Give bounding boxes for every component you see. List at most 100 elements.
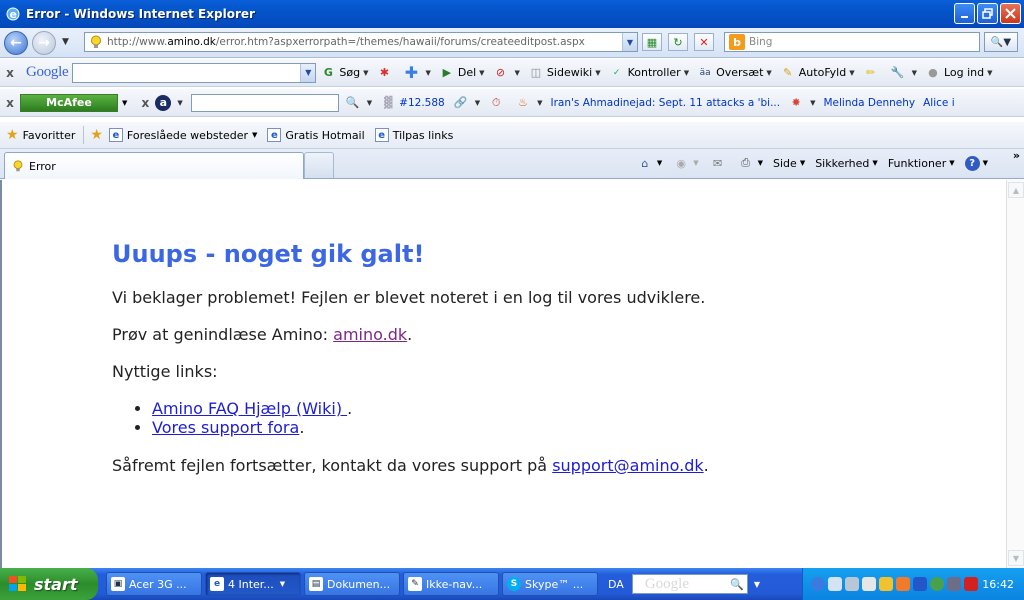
favorites-button[interactable]: ★ Favoritter bbox=[6, 127, 75, 143]
stop-button[interactable]: ✕ bbox=[694, 33, 714, 51]
settings-button[interactable]: 🔧 ▼ bbox=[890, 65, 917, 81]
taskbar-item-acer[interactable]: ▣ Acer 3G ... bbox=[106, 572, 202, 596]
ask-search-input[interactable] bbox=[190, 93, 339, 112]
close-toolbar-icon[interactable]: x bbox=[135, 96, 155, 110]
print-button[interactable]: ⎙ ▼ bbox=[737, 155, 763, 171]
google-search-dropdown-icon[interactable]: ▼ bbox=[300, 63, 316, 82]
close-toolbar-icon[interactable]: x bbox=[0, 66, 20, 80]
share-button[interactable]: ▶ Del ▼ bbox=[439, 65, 485, 81]
translate-icon: äa bbox=[699, 67, 711, 78]
tab-error[interactable]: Error bbox=[4, 152, 304, 179]
suggested-sites-link[interactable]: e Foreslåede websteder ▼ bbox=[108, 128, 257, 142]
scroll-down-icon[interactable]: ▼ bbox=[1008, 550, 1024, 566]
update-icon[interactable] bbox=[896, 577, 910, 591]
google-search-input[interactable]: ▼ bbox=[72, 62, 317, 83]
timer-button[interactable]: ⏱ bbox=[488, 95, 507, 111]
magnifier-icon[interactable]: 🔍 bbox=[730, 578, 744, 591]
highlighter-icon: ✏ bbox=[865, 66, 876, 79]
chain-link-icon: 🔗 bbox=[453, 96, 468, 109]
search-button[interactable]: 🔍▼ bbox=[984, 32, 1018, 52]
close-toolbar-icon[interactable]: x bbox=[0, 96, 20, 110]
ticker-link-2[interactable]: Melinda Dennehy bbox=[823, 97, 915, 109]
safety-menu[interactable]: Sikkerhed ▼ bbox=[815, 157, 878, 170]
url-text[interactable]: http://www.amino.dk/error.htm?aspxerrorp… bbox=[107, 36, 622, 48]
chevron-down-icon[interactable]: ▼ bbox=[754, 580, 760, 589]
spellcheck-button[interactable]: ✓ Kontroller ▼ bbox=[609, 65, 689, 81]
minimize-button[interactable] bbox=[954, 3, 975, 24]
tools-menu[interactable]: Funktioner ▼ bbox=[888, 157, 955, 170]
address-field[interactable]: http://www.amino.dk/error.htm?aspxerrorp… bbox=[84, 32, 638, 52]
mail-button[interactable]: ✉ bbox=[709, 155, 727, 171]
restore-icon bbox=[982, 8, 993, 19]
volume-icon[interactable] bbox=[862, 577, 876, 591]
add-favorite-icon[interactable]: ★ bbox=[90, 127, 103, 143]
language-indicator[interactable]: DA bbox=[608, 578, 624, 591]
help-button[interactable]: ? ▼ bbox=[964, 155, 988, 171]
spellcheck-icon: ✓ bbox=[612, 67, 621, 78]
starburst-icon: ✸ bbox=[791, 96, 801, 109]
mcafee-badge[interactable]: McAfee bbox=[20, 93, 118, 112]
hot-news-button[interactable]: ♨ ▼ bbox=[515, 95, 542, 111]
close-window-button[interactable] bbox=[1000, 3, 1021, 24]
chevron-more-icon[interactable]: » bbox=[1013, 149, 1020, 162]
taskbar-item-internet-explorer[interactable]: e 4 Inter... ▼ bbox=[205, 572, 301, 596]
security-alert-icon[interactable] bbox=[964, 577, 978, 591]
vertical-scrollbar[interactable]: ▲ ▼ bbox=[1006, 180, 1024, 568]
back-arrow-icon[interactable] bbox=[811, 577, 825, 591]
celebrity-button[interactable]: ✸ ▼ bbox=[788, 95, 815, 111]
amino-home-link[interactable]: amino.dk bbox=[333, 325, 407, 344]
url-dropdown-icon[interactable]: ▼ bbox=[622, 33, 637, 51]
forward-button[interactable]: → bbox=[32, 31, 56, 55]
popup-blocker-button[interactable]: ⊘ ▼ bbox=[493, 65, 520, 81]
search-google-button[interactable]: G Søg ▼ bbox=[320, 65, 369, 81]
add-button[interactable]: ✚ ▼ bbox=[403, 63, 431, 82]
help-icon: ? bbox=[964, 155, 980, 171]
ask-search-button[interactable]: 🔍 ▼ bbox=[345, 95, 372, 111]
translate-button[interactable]: äa Oversæt ▼ bbox=[697, 65, 772, 81]
taskbar-item-skype[interactable]: S Skype™ ... bbox=[502, 572, 598, 596]
pagerank-button[interactable]: ✱ bbox=[376, 65, 395, 81]
page-menu[interactable]: Side ▼ bbox=[773, 157, 805, 170]
compatibility-view-button[interactable]: ▦ bbox=[642, 33, 662, 51]
new-tab-button[interactable] bbox=[304, 152, 334, 178]
restore-button[interactable] bbox=[977, 3, 998, 24]
highlight-button[interactable]: ✏ bbox=[863, 65, 882, 81]
network-icon[interactable] bbox=[828, 577, 842, 591]
faq-wiki-link[interactable]: Amino FAQ Hjælp (Wiki) bbox=[152, 399, 347, 418]
taskbar-item-untitled[interactable]: ✎ Ikke-nav... bbox=[403, 572, 499, 596]
rss-icon: ◉ bbox=[676, 156, 687, 170]
bing-search-field[interactable]: b Bing bbox=[724, 32, 980, 52]
page-title: Uuups - noget gik galt! bbox=[112, 240, 425, 268]
feeds-button[interactable]: ◉ ▼ bbox=[672, 155, 698, 171]
antivirus-icon[interactable] bbox=[879, 577, 893, 591]
start-button[interactable]: start bbox=[0, 568, 98, 600]
mcafee-dropdown-icon[interactable]: ▼ bbox=[122, 99, 127, 107]
sign-in-button[interactable]: ● Log ind ▼ bbox=[925, 65, 992, 81]
chrome-icon[interactable] bbox=[930, 577, 944, 591]
share-icon: ▶ bbox=[442, 66, 452, 79]
stats-button[interactable]: ▓ #12.588 bbox=[380, 95, 445, 111]
phone-icon[interactable] bbox=[947, 577, 961, 591]
link-button[interactable]: 🔗 ▼ bbox=[453, 95, 480, 111]
customize-links-link[interactable]: e Tilpas links bbox=[374, 128, 453, 142]
support-email-link[interactable]: support@amino.dk bbox=[552, 456, 703, 475]
scroll-up-icon[interactable]: ▲ bbox=[1008, 182, 1024, 198]
document-icon: ▤ bbox=[309, 577, 323, 591]
taskbar-item-documents[interactable]: ▤ Dokumen... bbox=[304, 572, 400, 596]
monitor-icon[interactable] bbox=[845, 577, 859, 591]
bluetooth-icon[interactable] bbox=[913, 577, 927, 591]
ticker-link-3[interactable]: Alice i bbox=[923, 97, 955, 109]
sidewiki-button[interactable]: ◫ Sidewiki ▼ bbox=[528, 65, 601, 81]
desktop-search-input[interactable]: Google 🔍 bbox=[631, 574, 748, 594]
autofill-icon: ✎ bbox=[783, 66, 793, 79]
back-button[interactable]: ← bbox=[4, 31, 28, 55]
home-button[interactable]: ⌂ ▼ bbox=[636, 155, 662, 171]
refresh-button[interactable]: ↻ bbox=[668, 33, 688, 51]
support-forum-link[interactable]: Vores support fora bbox=[152, 418, 299, 437]
news-ticker-link[interactable]: Iran's Ahmadinejad: Sept. 11 attacks a '… bbox=[551, 97, 781, 109]
free-hotmail-link[interactable]: e Gratis Hotmail bbox=[267, 128, 365, 142]
page-content: Uuups - noget gik galt! Vi beklager prob… bbox=[0, 180, 1006, 568]
autofill-button[interactable]: ✎ AutoFyld ▼ bbox=[780, 65, 854, 81]
lightbulb-icon bbox=[13, 160, 23, 172]
history-dropdown-icon[interactable]: ▼ bbox=[62, 37, 72, 47]
